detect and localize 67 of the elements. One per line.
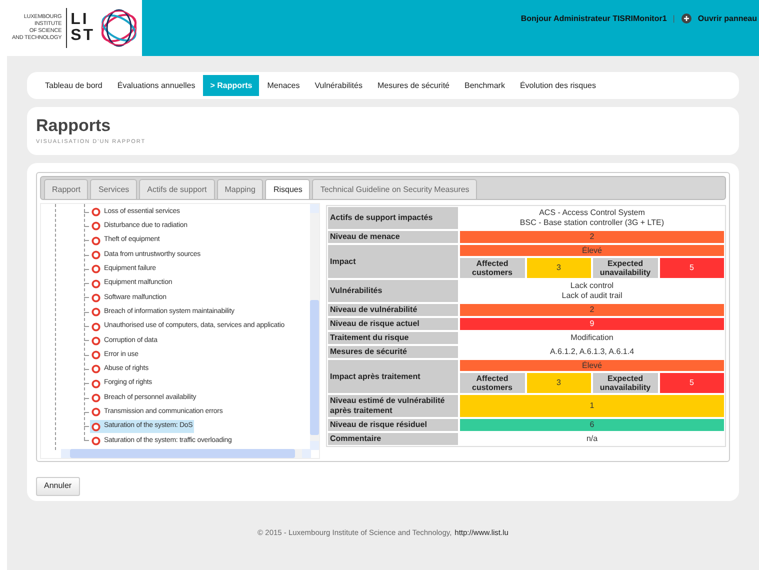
nav-link[interactable]: Évaluations annuelles — [110, 75, 202, 96]
threat-icon — [91, 364, 101, 374]
row-label: Vulnérabilités — [328, 280, 458, 302]
sub-label: Expected unavailability — [593, 258, 658, 278]
row-label: Niveau de vulnérabilité — [328, 304, 458, 316]
sub-label: Affected customers — [460, 258, 524, 278]
nav-link[interactable]: Tableau de bord — [38, 75, 110, 96]
level-cell: 5 — [660, 258, 724, 278]
plus-icon — [680, 13, 692, 24]
threat-icon — [91, 207, 101, 218]
vertical-scrollbar[interactable] — [310, 204, 319, 450]
horizontal-scrollbar[interactable] — [61, 449, 311, 458]
threat-icon — [91, 378, 101, 389]
nav-link[interactable]: Évolution des risques — [512, 75, 603, 96]
greeting-text: Bonjour Administrateur TISRIMonitor1 — [520, 13, 667, 25]
threat-icon — [91, 292, 101, 303]
open-panel-link[interactable]: Ouvrir panneau — [698, 13, 757, 25]
tab[interactable]: Services — [90, 179, 138, 199]
threat-icon — [91, 336, 101, 346]
level-cell: 3 — [526, 258, 591, 278]
level-cell: 3 — [526, 373, 591, 393]
row-label: Traitement du risque — [328, 332, 458, 344]
level-cell: 2 — [460, 231, 724, 243]
cancel-button[interactable]: Annuler — [36, 476, 80, 496]
threat-icon — [91, 278, 101, 289]
tab[interactable]: Mapping — [216, 179, 264, 199]
row-label: Niveau estimé de vulnérabilité après traitement — [328, 395, 458, 417]
row-label: Niveau de risque résiduel — [328, 419, 458, 431]
tab[interactable]: Technical Guideline on Security Measures — [312, 179, 478, 199]
tab[interactable]: Risques — [265, 179, 310, 199]
logo-rings-icon — [99, 8, 140, 48]
level-cell: 1 — [460, 395, 724, 417]
row-label: Niveau de menace — [328, 231, 458, 243]
sub-label: Affected customers — [460, 373, 524, 393]
level-cell: 9 — [460, 318, 724, 330]
level-cell: 2 — [460, 304, 724, 316]
row-label: Impact — [328, 245, 458, 278]
page-title: Rapports — [36, 116, 112, 136]
sub-label: Expected unavailability — [593, 373, 658, 393]
threat-icon — [91, 436, 101, 446]
level-cell: Élevé — [460, 245, 724, 256]
separator-text: | — [672, 13, 675, 25]
level-cell: 6 — [460, 419, 724, 431]
threat-icon — [91, 264, 101, 274]
threat-icon — [91, 221, 101, 232]
threat-icon — [91, 236, 101, 246]
threat-icon — [91, 350, 101, 360]
level-cell: 5 — [660, 373, 724, 393]
tab[interactable]: Actifs de support — [139, 179, 215, 199]
row-label: Commentaire — [328, 433, 458, 445]
row-label: Niveau de risque actuel — [328, 318, 458, 330]
threat-icon — [91, 322, 101, 332]
logo-mark: LI ST — [70, 12, 96, 44]
threat-icon — [91, 407, 101, 418]
level-cell: Élevé — [460, 360, 724, 371]
row-label: Mesures de sécurité — [328, 346, 458, 358]
row-label: Actifs de support impactés — [328, 207, 458, 229]
threat-icon — [91, 250, 101, 260]
nav-link[interactable]: Mesures de sécurité — [370, 75, 456, 96]
nav-link[interactable]: Vulnérabilités — [308, 75, 370, 96]
nav-link[interactable]: Benchmark — [457, 75, 512, 96]
row-label: Impact après traitement — [328, 360, 458, 393]
nav-link[interactable]: Menaces — [260, 75, 307, 96]
tab[interactable]: Rapport — [44, 179, 88, 199]
threat-icon — [91, 422, 101, 432]
threat-icon — [91, 393, 101, 403]
threat-icon — [91, 307, 101, 318]
